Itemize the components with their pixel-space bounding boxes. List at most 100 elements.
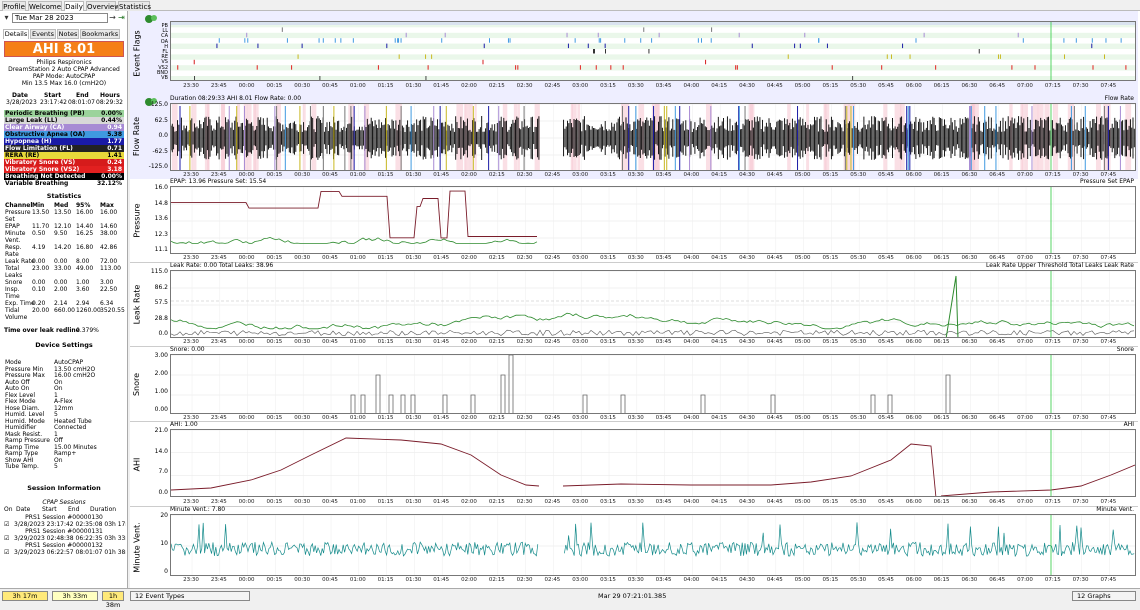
stats-header-cell: Min (32, 202, 45, 209)
event-index-row[interactable]: Hypopnea (H) 1.77 (4, 138, 124, 145)
session-checkbox[interactable]: ☑ (4, 521, 9, 528)
event-index-row[interactable]: Large Leak (LL) 0.44% (4, 117, 124, 124)
tab-profile[interactable]: Profile (2, 1, 26, 11)
minvent-label: Minute Vent. (132, 522, 142, 573)
x-tick-label: 07:00 (1017, 83, 1033, 89)
machine-model: DreamStation 2 Auto CPAP Advanced (8, 66, 120, 73)
calendar-toggle-icon[interactable]: ▾ (2, 13, 11, 23)
summary-end: 08:01:07 (68, 99, 95, 106)
event-index-row[interactable]: Flow Limitation (FL) 0.71 (4, 145, 124, 152)
event-label: Periodic Breathing (PB) (5, 110, 85, 117)
leak-rate-graph[interactable]: Leak Rate Leak Rate: 0.00 Total Leaks: 3… (130, 262, 1138, 347)
x-tick-label: 04:00 (683, 499, 700, 505)
stats-cell: 16.00 (100, 209, 118, 216)
tab-overview[interactable]: Overview (86, 1, 120, 11)
event-index-row[interactable]: Periodic Breathing (PB) 0.00% (4, 110, 124, 117)
last-day-icon[interactable]: ⇥ (117, 13, 126, 23)
x-tick-label: 03:45 (655, 255, 672, 261)
session-3-button[interactable]: 1h 38m (102, 591, 124, 609)
event-label: Hypopnea (H) (5, 138, 52, 145)
x-tick-label: 01:45 (433, 255, 450, 261)
event-flags-graph[interactable]: Event Flags PB LL CA OA H FL RE VS VS2 BND VB 23:3… (130, 11, 1138, 97)
minvent-axis-label: Minute Vent. (130, 507, 144, 588)
session-checkbox[interactable]: ☑ (4, 549, 9, 556)
x-tick-label: 02:00 (461, 255, 477, 261)
stats-cell: 0.00 (54, 258, 68, 265)
stats-cell: 33.00 (54, 265, 72, 272)
event-index-row[interactable]: Vibratory Snore (VS2) 3.18 (4, 166, 124, 173)
tab-daily[interactable]: Daily (64, 1, 84, 11)
event-index-row[interactable]: Breathing Not Detected 0.00% (4, 173, 124, 180)
next-day-icon[interactable]: → (108, 13, 117, 23)
event-value: 0.24 (107, 159, 122, 166)
tab-events[interactable]: Events (30, 29, 56, 39)
device-settings-title: Device Settings (35, 341, 93, 349)
session-row[interactable]: ☑ 3/28/2023 23:17:42 02:35:08 03h 17m 26s (2, 521, 126, 528)
event-label: Flow Limitation (FL) (5, 145, 73, 152)
x-tick-label: 00:30 (294, 415, 311, 421)
x-tick-label: 05:00 (794, 577, 811, 583)
stats-cell: 42.86 (100, 244, 118, 251)
stats-cell: 6.34 (100, 300, 114, 307)
x-tick-label: 03:15 (600, 415, 616, 421)
x-tick-label: 00:30 (294, 499, 311, 505)
event-types-dropdown[interactable]: 12 Event Types (130, 591, 250, 601)
x-tick-label: 01:45 (433, 499, 450, 505)
snore-graph[interactable]: Snore Snore: 0.00 Snore 23:30 23:45 00:00 0… (130, 346, 1138, 422)
ahi-graph[interactable]: AHI AHI: 1.00 AHI 23:30 23:45 00:00 00:15 00… (130, 421, 1138, 507)
pressure-label: Pressure (132, 203, 142, 238)
summary-hours: 08:29:32 (96, 99, 123, 106)
leak-title: Leak Rate: 0.00 Total Leaks: 38.96 (170, 262, 274, 269)
x-tick-label: 06:15 (933, 499, 950, 505)
x-tick-label: 04:30 (739, 577, 755, 583)
x-tick-label: 07:30 (1072, 577, 1089, 583)
session-name: PRS1 Session #00000131 (25, 528, 103, 535)
minute-vent-graph[interactable]: Minute Vent. Minute Vent.: 7.80 Minute V… (130, 506, 1138, 588)
flow-rate-axis-label: Flow Rate (130, 94, 144, 179)
x-tick-label: 03:15 (600, 499, 616, 505)
event-value: 5.38 (107, 131, 122, 138)
date-select[interactable]: Tue Mar 28 2023 (12, 13, 108, 23)
x-tick-label: 00:15 (266, 172, 283, 178)
tab-welcome[interactable]: Welcome (28, 1, 62, 11)
x-tick-label: 04:00 (683, 172, 700, 178)
tab-notes[interactable]: Notes (57, 29, 79, 39)
x-tick-label: 06:30 (961, 577, 978, 583)
summary-header-hours: Hours (100, 92, 120, 99)
x-tick-label: 07:15 (1044, 339, 1061, 345)
stats-cell: 0.00 (32, 258, 46, 265)
event-index-row[interactable]: Clear Airway (CA) 0.94 (4, 124, 124, 131)
x-tick-label: 02:15 (488, 83, 505, 89)
pressure-graph[interactable]: Pressure EPAP: 13.96 Pressure Set: 15.54… (130, 178, 1138, 263)
tab-bookmarks[interactable]: Bookmarks (80, 29, 120, 39)
x-tick-label: 02:15 (488, 415, 505, 421)
event-index-row[interactable]: Obstructive Apnea (OA) 5.38 (4, 131, 124, 138)
stats-row: Leaks (2, 272, 126, 279)
event-index-row[interactable]: Variable Breathing 32.12% (4, 180, 124, 187)
graphs-dropdown[interactable]: 12 Graphs (1072, 591, 1136, 601)
session-row[interactable]: ☑ 3/29/2023 06:22:57 08:01:07 01h 38m 10s (2, 549, 126, 556)
stats-cell: 12.10 (54, 223, 72, 230)
session-2-button[interactable]: 3h 33m (52, 591, 98, 601)
stats-row: Rate (2, 251, 126, 258)
x-tick-label: 04:30 (739, 339, 755, 345)
stats-cell: 113.00 (100, 265, 121, 272)
flow-rate-graph[interactable]: Flow Rate Duration 08:29:33 AHI 8.01 Flo… (130, 94, 1138, 180)
x-tick-label: 01:15 (377, 83, 394, 89)
tab-details[interactable]: Details (3, 29, 29, 39)
x-tick-label: 07:15 (1044, 255, 1061, 261)
session-row[interactable]: ☑ 3/29/2023 02:48:38 06:22:35 03h 33m 57s (2, 535, 126, 542)
tab-statistics[interactable]: Statistics (118, 1, 151, 11)
session-1-button[interactable]: 3h 17m (2, 591, 48, 601)
x-tick-label: 05:00 (794, 499, 811, 505)
x-tick-label: 03:30 (627, 83, 644, 89)
event-index-row[interactable]: Vibratory Snore (VS) 0.24 (4, 159, 124, 166)
minvent-title: Minute Vent.: 7.80 (170, 506, 226, 513)
pressure-plot (170, 186, 1136, 254)
y-tick-label: 0.00 (154, 406, 168, 413)
session-checkbox[interactable]: ☑ (4, 535, 9, 542)
x-tick-label: 07:00 (1017, 172, 1033, 178)
x-tick-label: 06:00 (905, 577, 922, 583)
event-index-row[interactable]: RERA (RE) 1.41 (4, 152, 124, 159)
x-tick-label: 05:45 (878, 83, 894, 89)
